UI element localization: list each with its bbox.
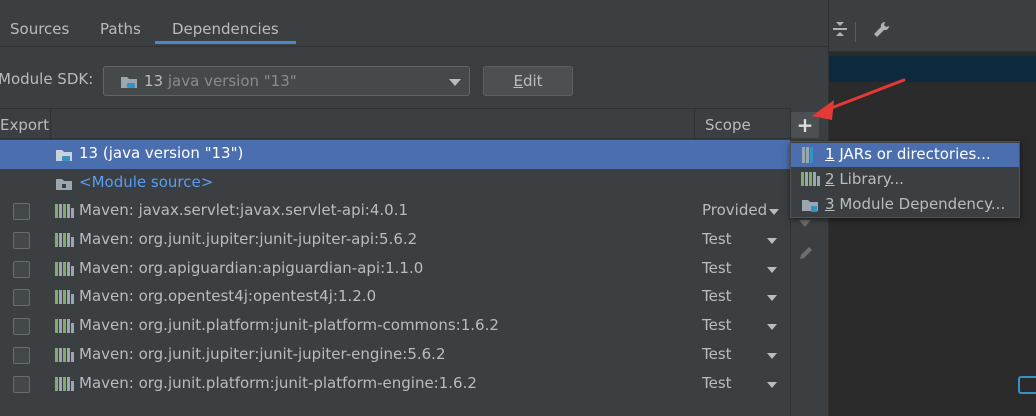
export-checkbox[interactable]: [13, 261, 30, 278]
module-sdk-value: 13 java version "13": [144, 72, 297, 90]
chevron-down-icon[interactable]: [767, 382, 777, 388]
row-name: Maven: org.junit.jupiter:junit-jupiter-e…: [79, 345, 446, 363]
module-source-folder-icon: [55, 176, 73, 196]
pencil-icon[interactable]: [797, 244, 815, 266]
table-header: Export Scope: [0, 108, 790, 140]
collapse-all-icon[interactable]: [831, 20, 849, 42]
jar-archive-icon: [801, 147, 817, 167]
menu-item-text: JARs or directories...: [839, 145, 991, 163]
menu-item-text: Module Dependency...: [839, 195, 1006, 213]
export-checkbox[interactable]: [13, 232, 30, 249]
tab-paths[interactable]: Paths: [100, 10, 141, 44]
table-row[interactable]: Maven: org.junit.jupiter:junit-jupiter-a…: [0, 226, 790, 255]
module-folder-icon: [801, 197, 819, 217]
mnemonic-number: 2: [825, 170, 835, 188]
export-checkbox[interactable]: [13, 318, 30, 335]
library-icon: [55, 262, 74, 280]
red-annotation-arrow: [812, 78, 906, 120]
menu-item-jars-or-directories[interactable]: 1 JARs or directories...: [791, 143, 1019, 167]
dependencies-table: Export Scope 13 (java version "13") <Mod…: [0, 108, 790, 416]
module-sdk-combobox[interactable]: 13 java version "13": [103, 66, 470, 96]
table-row[interactable]: Maven: org.apiguardian:apiguardian-api:1…: [0, 255, 790, 284]
menu-item-library[interactable]: 2 Library...: [791, 168, 1019, 192]
chevron-down-icon[interactable]: [767, 353, 777, 359]
library-icon: [55, 348, 74, 366]
chevron-down-icon[interactable]: [767, 324, 777, 330]
scope-value[interactable]: Provided: [702, 201, 767, 219]
tabs-divider: [0, 46, 828, 47]
edit-label-rest: dit: [522, 72, 543, 90]
scope-value[interactable]: Test: [702, 374, 732, 392]
menu-item-text: Library...: [839, 170, 904, 188]
row-name: Maven: org.junit.jupiter:junit-jupiter-a…: [79, 230, 418, 248]
row-name: Maven: org.apiguardian:apiguardian-api:1…: [79, 259, 424, 277]
export-checkbox[interactable]: [13, 376, 30, 393]
menu-item-label: 3 Module Dependency...: [825, 195, 1005, 213]
table-row-module-source[interactable]: <Module source>: [0, 169, 790, 198]
row-name: Maven: org.junit.platform:junit-platform…: [79, 316, 499, 334]
menu-item-label: 2 Library...: [825, 170, 904, 188]
tab-dependencies[interactable]: Dependencies: [155, 10, 296, 44]
column-divider: [50, 109, 51, 140]
bracket-icon[interactable]: [1014, 372, 1036, 398]
mnemonic-number: 1: [825, 145, 835, 163]
wrench-icon[interactable]: [871, 20, 891, 44]
row-name: 13 (java version "13"): [79, 144, 244, 162]
add-dependency-popup-menu: 1 JARs or directories... 2 Library... 3 …: [790, 141, 1020, 218]
column-divider: [694, 109, 695, 140]
library-icon: [55, 290, 74, 308]
chevron-down-icon[interactable]: [767, 238, 777, 244]
export-checkbox[interactable]: [13, 289, 30, 306]
tab-sources[interactable]: Sources: [10, 10, 69, 44]
chevron-down-icon[interactable]: [449, 79, 461, 86]
scope-value[interactable]: Test: [702, 345, 732, 363]
scope-value[interactable]: Test: [702, 259, 732, 277]
library-icon: [55, 233, 74, 251]
jdk-folder-icon: [55, 147, 73, 167]
edit-mnemonic: E: [513, 72, 523, 90]
menu-item-label: 1 JARs or directories...: [825, 145, 991, 163]
row-name: Maven: org.opentest4j:opentest4j:1.2.0: [79, 287, 377, 305]
row-name: <Module source>: [79, 173, 214, 191]
table-row[interactable]: Maven: org.junit.platform:junit-platform…: [0, 312, 790, 341]
table-row[interactable]: Maven: org.junit.jupiter:junit-jupiter-e…: [0, 341, 790, 370]
mnemonic-number: 3: [825, 195, 835, 213]
scope-value[interactable]: Test: [702, 316, 732, 334]
library-icon: [55, 319, 74, 337]
toolbar-separator: [855, 22, 856, 42]
row-name: Maven: javax.servlet:javax.servlet-api:4…: [79, 201, 409, 219]
sdk-version-detail: java version "13": [167, 72, 297, 90]
project-structure-dialog: Sources Paths Dependencies Module SDK: 1…: [0, 0, 828, 416]
library-icon: [55, 377, 74, 395]
table-row-sdk[interactable]: 13 (java version "13"): [0, 140, 790, 169]
scope-value[interactable]: Test: [702, 230, 732, 248]
library-icon: [801, 172, 820, 190]
chevron-down-icon[interactable]: [769, 209, 779, 215]
edit-sdk-button[interactable]: Edit: [483, 66, 573, 96]
export-checkbox[interactable]: [13, 203, 30, 220]
table-row[interactable]: Maven: org.junit.platform:junit-platform…: [0, 370, 790, 399]
chevron-down-icon[interactable]: [767, 295, 777, 301]
jdk-folder-icon: [120, 74, 138, 94]
chevron-down-icon[interactable]: [767, 267, 777, 273]
menu-item-module-dependency[interactable]: 3 Module Dependency...: [791, 193, 1019, 217]
module-sdk-label: Module SDK:: [0, 70, 94, 88]
export-checkbox[interactable]: [13, 347, 30, 364]
column-header-export[interactable]: Export: [0, 116, 49, 134]
column-header-scope[interactable]: Scope: [705, 116, 751, 134]
row-name: Maven: org.junit.platform:junit-platform…: [79, 374, 477, 392]
table-row[interactable]: Maven: org.opentest4j:opentest4j:1.2.0 T…: [0, 283, 790, 312]
sdk-version-main: 13: [144, 72, 164, 90]
scope-value[interactable]: Test: [702, 287, 732, 305]
table-row[interactable]: Maven: javax.servlet:javax.servlet-api:4…: [0, 197, 790, 226]
editor-toolbar: [829, 0, 1036, 52]
library-icon: [55, 204, 74, 222]
